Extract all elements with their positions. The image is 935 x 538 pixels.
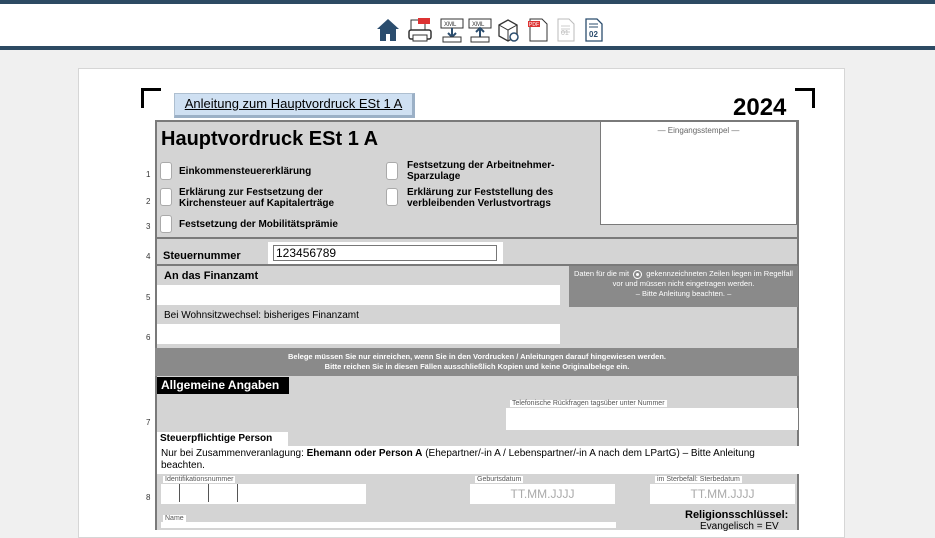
checkbox-est-label: Einkommensteuererklärung bbox=[179, 166, 312, 177]
finanzamt-label: An das Finanzamt bbox=[164, 270, 259, 282]
home-button[interactable] bbox=[376, 17, 400, 43]
phone-label: Telefonische Rückfragen tagsüber unter N… bbox=[510, 400, 667, 407]
section-heading-general: Allgemeine Angaben bbox=[157, 377, 289, 394]
deathdate-placeholder: TT.MM.JJJJ bbox=[690, 487, 755, 501]
line-number: 5 bbox=[146, 293, 151, 302]
checkbox-est[interactable] bbox=[160, 162, 172, 180]
checkbox-kist[interactable] bbox=[160, 188, 172, 206]
deathdate-label: im Sterbefall: Sterbedatum bbox=[655, 476, 742, 483]
divider bbox=[155, 237, 799, 239]
zus-text-b: Ehemann oder Person A bbox=[306, 448, 423, 459]
religion-value: Evangelisch = EV bbox=[700, 521, 779, 532]
package-button[interactable] bbox=[496, 17, 520, 43]
phone-input[interactable] bbox=[506, 408, 798, 430]
corner-mark bbox=[141, 88, 161, 108]
receipts-banner: Belege müssen Sie nur einreichen, wenn S… bbox=[155, 348, 799, 376]
birthdate-placeholder: TT.MM.JJJJ bbox=[510, 487, 575, 501]
name-label: Name bbox=[163, 515, 186, 522]
birthdate-label: Geburtsdatum bbox=[475, 476, 524, 483]
line-number: 7 bbox=[146, 418, 151, 427]
person-heading: Steuerpflichtige Person bbox=[157, 432, 288, 446]
xml-export-button[interactable]: XML bbox=[440, 17, 464, 43]
checkbox-mob-label: Festsetzung der Mobilitätsprämie bbox=[179, 219, 338, 230]
line-number: 6 bbox=[146, 333, 151, 342]
banner-line-2: Bitte reichen Sie in diesen Fällen aussc… bbox=[324, 362, 630, 371]
form-year: 2024 bbox=[733, 94, 787, 121]
print-pdf-button[interactable] bbox=[408, 17, 432, 43]
xml-import-button[interactable]: XML bbox=[468, 17, 492, 43]
guide-link[interactable]: Anleitung zum Hauptvordruck ESt 1 A bbox=[174, 93, 415, 118]
id-separator bbox=[208, 484, 209, 502]
note-text-c: – Bitte Anleitung beachten. – bbox=[635, 289, 732, 298]
page-01-label: 01 bbox=[561, 30, 569, 37]
pdf-document-icon: PDF bbox=[528, 18, 548, 42]
checkbox-verlust-label: Erklärung zur Feststellung des verbleibe… bbox=[407, 187, 554, 209]
finanzamt-input[interactable] bbox=[157, 285, 560, 305]
line-number: 8 bbox=[146, 493, 151, 502]
page-02-button[interactable]: 02 bbox=[582, 17, 606, 43]
receipt-stamp-box: — Eingangsstempel — bbox=[600, 121, 797, 225]
print-pdf-icon bbox=[408, 18, 432, 42]
checkbox-arbn[interactable] bbox=[386, 162, 398, 180]
prefill-marker-icon bbox=[633, 269, 643, 279]
line-number: 1 bbox=[146, 170, 151, 179]
svg-text:XML: XML bbox=[444, 22, 457, 28]
checkbox-verlust[interactable] bbox=[386, 188, 398, 206]
id-separator bbox=[237, 484, 238, 502]
checkbox-arbn-label: Festsetzung der Arbeitnehmer-Sparzulage bbox=[407, 160, 555, 182]
top-bar: XML XML PDF 01 02 bbox=[0, 0, 935, 50]
name-input[interactable] bbox=[161, 522, 616, 528]
line-number: 2 bbox=[146, 197, 151, 206]
pdf-document-button[interactable]: PDF bbox=[526, 17, 550, 43]
id-number-input[interactable] bbox=[161, 484, 366, 504]
svg-text:XML: XML bbox=[472, 22, 485, 28]
line-number: 3 bbox=[146, 222, 151, 231]
xml-import-icon: XML bbox=[468, 18, 492, 43]
checkbox-kist-label: Erklärung zur Festsetzung der Kirchenste… bbox=[179, 187, 335, 209]
svg-text:PDF: PDF bbox=[529, 22, 539, 28]
joint-assessment-note: Nur bei Zusammenveranlagung: Ehemann ode… bbox=[157, 446, 799, 474]
home-icon bbox=[377, 19, 399, 41]
page-02-label: 02 bbox=[589, 30, 598, 39]
line-number: 4 bbox=[146, 252, 151, 261]
checkbox-mob[interactable] bbox=[160, 215, 172, 233]
previous-finanzamt-input[interactable] bbox=[157, 324, 560, 344]
id-number-label: Identifikationsnummer bbox=[163, 476, 236, 483]
steuernummer-label: Steuernummer bbox=[163, 250, 241, 262]
corner-mark bbox=[795, 88, 815, 108]
id-separator bbox=[179, 484, 180, 502]
note-text-a: Daten für die mit bbox=[574, 269, 630, 278]
prefilled-data-note: Daten für die mit gekennzeichneten Zeile… bbox=[569, 266, 798, 307]
wohnsitz-label: Bei Wohnsitzwechsel: bisheriges Finanzam… bbox=[164, 310, 359, 321]
package-icon bbox=[498, 19, 519, 42]
zus-text-a: Nur bei Zusammenveranlagung: bbox=[161, 448, 307, 459]
page-01-button[interactable]: 01 bbox=[554, 17, 578, 43]
religion-label: Religionsschlüssel: bbox=[685, 509, 789, 521]
xml-export-icon: XML bbox=[440, 18, 464, 43]
banner-line-1: Belege müssen Sie nur einreichen, wenn S… bbox=[287, 352, 666, 361]
steuernummer-input[interactable]: 123456789 bbox=[273, 245, 497, 261]
form-title: Hauptvordruck ESt 1 A bbox=[161, 128, 379, 150]
